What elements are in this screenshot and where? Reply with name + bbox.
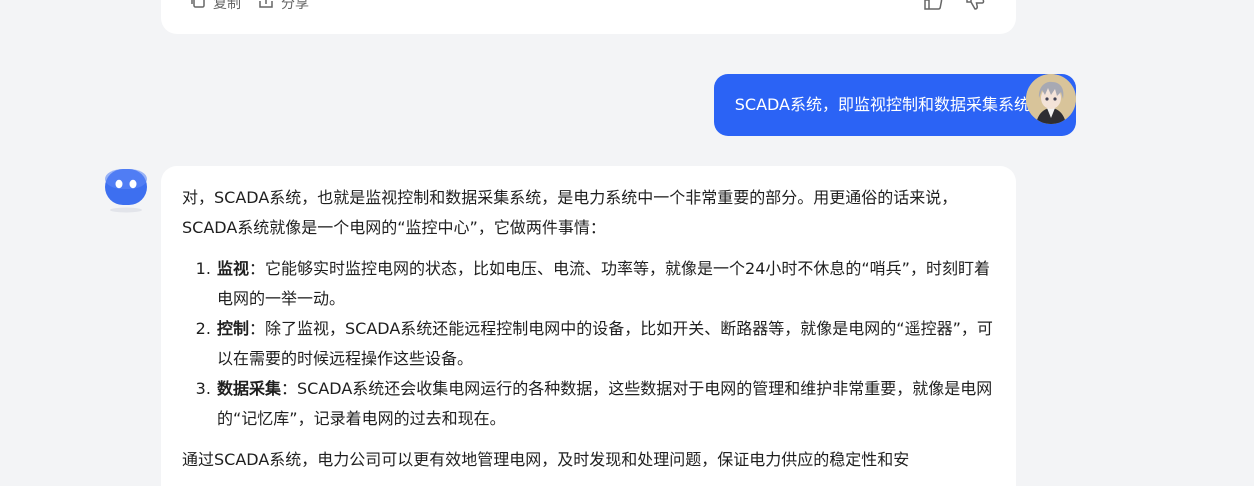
share-button[interactable]: 分享	[257, 0, 309, 14]
user-avatar[interactable]	[1026, 74, 1076, 124]
share-icon	[257, 0, 275, 14]
list-item-text: ：它能够实时监控电网的状态，比如电压、电流、功率等，就像是一个24小时不休息的“…	[217, 259, 990, 308]
list-item: 控制：除了监视，SCADA系统还能远程控制电网中的设备，比如开关、断路器等，就像…	[216, 314, 994, 374]
copy-label: 复制	[213, 0, 241, 12]
copy-icon	[189, 0, 207, 14]
assistant-message-card: 对，SCADA系统，也就是监视控制和数据采集系统，是电力系统中一个非常重要的部分…	[161, 166, 1016, 486]
previous-assistant-card: 复制 分享	[161, 0, 1016, 34]
assistant-message-body: 对，SCADA系统，也就是监视控制和数据采集系统，是电力系统中一个非常重要的部分…	[182, 183, 994, 475]
list-item: 监视：它能够实时监控电网的状态，比如电压、电流、功率等，就像是一个24小时不休息…	[216, 254, 994, 314]
feedback-buttons	[922, 0, 986, 16]
bot-avatar-icon	[104, 168, 148, 214]
copy-button[interactable]: 复制	[189, 0, 241, 14]
list-item-text: ：SCADA系统还会收集电网运行的各种数据，这些数据对于电网的管理和维护非常重要…	[217, 379, 993, 428]
list-item-title: 控制	[217, 319, 250, 338]
user-message-text: SCADA系统，即监视控制和数据采集系统。（	[734, 95, 1054, 114]
chat-page: 复制 分享 SCADA系统，即监视控制和数据采集系统。（ 对，SCADA系统，也…	[0, 0, 1254, 486]
list-item-title: 监视	[217, 259, 250, 278]
answer-intro: 对，SCADA系统，也就是监视控制和数据采集系统，是电力系统中一个非常重要的部分…	[182, 188, 958, 237]
user-message-row: SCADA系统，即监视控制和数据采集系统。（	[713, 74, 1076, 136]
answer-list: 监视：它能够实时监控电网的状态，比如电压、电流、功率等，就像是一个24小时不休息…	[182, 254, 994, 434]
list-item-text: ：除了监视，SCADA系统还能远程控制电网中的设备，比如开关、断路器等，就像是电…	[217, 319, 993, 368]
answer-closing: 通过SCADA系统，电力公司可以更有效地管理电网，及时发现和处理问题，保证电力供…	[182, 450, 910, 469]
thumbs-down-icon[interactable]	[964, 0, 986, 16]
share-label: 分享	[281, 0, 309, 12]
thumbs-up-icon[interactable]	[922, 0, 944, 16]
message-actions: 复制 分享	[189, 0, 309, 14]
list-item: 数据采集：SCADA系统还会收集电网运行的各种数据，这些数据对于电网的管理和维护…	[216, 374, 994, 434]
list-item-title: 数据采集	[217, 379, 282, 398]
user-message-bubble: SCADA系统，即监视控制和数据采集系统。（	[713, 74, 1076, 136]
